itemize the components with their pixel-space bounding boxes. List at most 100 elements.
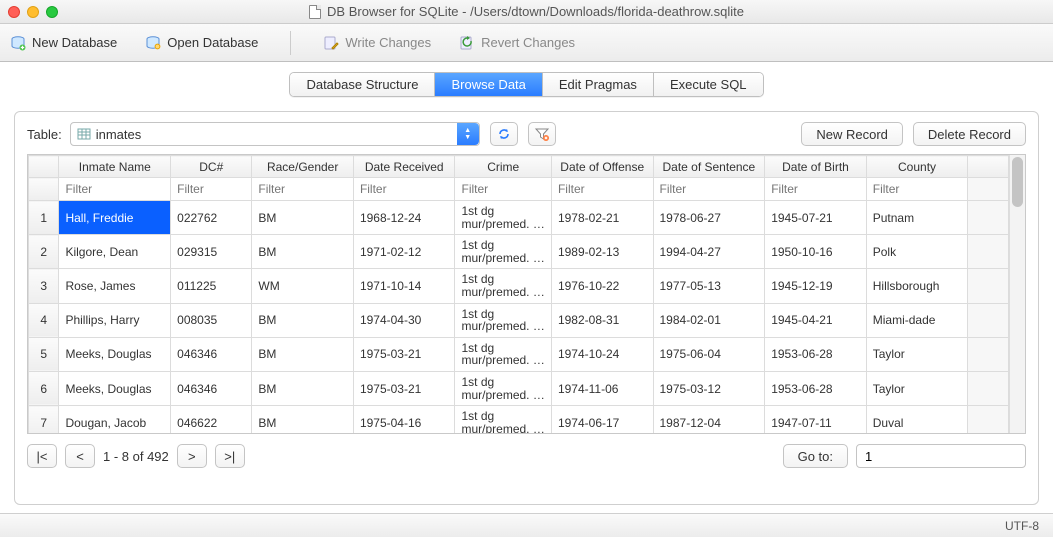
cell-date-offense[interactable]: 1976-10-22 [551, 269, 653, 303]
row-number[interactable]: 4 [29, 303, 59, 337]
row-number[interactable]: 7 [29, 406, 59, 434]
new-record-button[interactable]: New Record [801, 122, 903, 146]
scrollbar-thumb[interactable] [1012, 157, 1023, 207]
cell-date-sentence[interactable]: 1975-06-04 [653, 337, 765, 371]
col-county[interactable]: County [866, 156, 968, 178]
filter-date-birth[interactable] [765, 178, 866, 200]
table-selector[interactable]: inmates ▲▼ [70, 122, 480, 146]
cell-date-received[interactable]: 1968-12-24 [353, 201, 455, 235]
table-row[interactable]: 3Rose, James011225WM1971-10-141st dgmur/… [29, 269, 1009, 303]
table-row[interactable]: 7Dougan, Jacob046622BM1975-04-161st dgmu… [29, 406, 1009, 434]
goto-input[interactable] [856, 444, 1026, 468]
cell-date-birth[interactable]: 1953-06-28 [765, 337, 867, 371]
cell-date-sentence[interactable]: 1987-12-04 [653, 406, 765, 434]
cell-date-received[interactable]: 1971-10-14 [353, 269, 455, 303]
cell-race-gender[interactable]: BM [252, 303, 354, 337]
table-row[interactable]: 2Kilgore, Dean029315BM1971-02-121st dgmu… [29, 235, 1009, 269]
tab-execute-sql[interactable]: Execute SQL [654, 73, 763, 96]
cell-race-gender[interactable]: BM [252, 406, 354, 434]
goto-button[interactable]: Go to: [783, 444, 848, 468]
cell-county[interactable]: Miami-dade [866, 303, 968, 337]
col-crime[interactable]: Crime [455, 156, 551, 178]
table-row[interactable]: 4Phillips, Harry008035BM1974-04-301st dg… [29, 303, 1009, 337]
new-database-button[interactable]: New Database [10, 35, 117, 51]
col-date-received[interactable]: Date Received [353, 156, 455, 178]
revert-changes-button[interactable]: Revert Changes [459, 35, 575, 51]
cell-date-offense[interactable]: 1989-02-13 [551, 235, 653, 269]
cell-dc-number[interactable]: 008035 [171, 303, 252, 337]
cell-date-offense[interactable]: 1974-06-17 [551, 406, 653, 434]
filter-date-sentence[interactable] [654, 178, 765, 200]
cell-inmate-name[interactable]: Meeks, Douglas [59, 371, 171, 405]
tab-edit-pragmas[interactable]: Edit Pragmas [543, 73, 654, 96]
cell-dc-number[interactable]: 029315 [171, 235, 252, 269]
cell-date-birth[interactable]: 1945-12-19 [765, 269, 867, 303]
pager-first-button[interactable]: |< [27, 444, 57, 468]
cell-date-birth[interactable]: 1945-04-21 [765, 303, 867, 337]
vertical-scrollbar[interactable] [1009, 155, 1025, 433]
col-date-sentence[interactable]: Date of Sentence [653, 156, 765, 178]
open-database-button[interactable]: Open Database [145, 35, 258, 51]
table-row[interactable]: 1Hall, Freddie022762BM1968-12-241st dgmu… [29, 201, 1009, 235]
cell-date-sentence[interactable]: 1977-05-13 [653, 269, 765, 303]
cell-date-received[interactable]: 1971-02-12 [353, 235, 455, 269]
cell-date-sentence[interactable]: 1975-03-12 [653, 371, 765, 405]
cell-date-offense[interactable]: 1982-08-31 [551, 303, 653, 337]
filter-county[interactable] [867, 178, 968, 200]
cell-county[interactable]: Hillsborough [866, 269, 968, 303]
row-number[interactable]: 1 [29, 201, 59, 235]
cell-crime[interactable]: 1st dgmur/premed. … [455, 201, 551, 235]
cell-date-sentence[interactable]: 1978-06-27 [653, 201, 765, 235]
cell-county[interactable]: Duval [866, 406, 968, 434]
cell-crime[interactable]: 1st dgmur/premed. … [455, 371, 551, 405]
table-row[interactable]: 6Meeks, Douglas046346BM1975-03-211st dgm… [29, 371, 1009, 405]
cell-race-gender[interactable]: BM [252, 201, 354, 235]
filter-inmate-name[interactable] [59, 178, 170, 200]
cell-inmate-name[interactable]: Meeks, Douglas [59, 337, 171, 371]
data-grid[interactable]: Inmate Name DC# Race/Gender Date Receive… [27, 154, 1026, 434]
cell-date-birth[interactable]: 1953-06-28 [765, 371, 867, 405]
filter-date-received[interactable] [354, 178, 455, 200]
cell-date-received[interactable]: 1974-04-30 [353, 303, 455, 337]
col-date-birth[interactable]: Date of Birth [765, 156, 867, 178]
cell-dc-number[interactable]: 022762 [171, 201, 252, 235]
filter-date-offense[interactable] [552, 178, 653, 200]
cell-race-gender[interactable]: BM [252, 235, 354, 269]
table-row[interactable]: 5Meeks, Douglas046346BM1975-03-211st dgm… [29, 337, 1009, 371]
col-date-offense[interactable]: Date of Offense [551, 156, 653, 178]
pager-next-button[interactable]: > [177, 444, 207, 468]
filter-race-gender[interactable] [252, 178, 353, 200]
cell-inmate-name[interactable]: Kilgore, Dean [59, 235, 171, 269]
delete-record-button[interactable]: Delete Record [913, 122, 1026, 146]
cell-race-gender[interactable]: BM [252, 337, 354, 371]
cell-inmate-name[interactable]: Dougan, Jacob [59, 406, 171, 434]
filter-crime[interactable] [455, 178, 550, 200]
cell-dc-number[interactable]: 011225 [171, 269, 252, 303]
cell-date-offense[interactable]: 1978-02-21 [551, 201, 653, 235]
row-number-header[interactable] [29, 156, 59, 178]
tab-browse-data[interactable]: Browse Data [435, 73, 542, 96]
cell-inmate-name[interactable]: Rose, James [59, 269, 171, 303]
cell-date-offense[interactable]: 1974-10-24 [551, 337, 653, 371]
cell-race-gender[interactable]: BM [252, 371, 354, 405]
filter-dc-number[interactable] [171, 178, 251, 200]
refresh-button[interactable] [490, 122, 518, 146]
write-changes-button[interactable]: Write Changes [323, 35, 431, 51]
cell-crime[interactable]: 1st dgmur/premed. … [455, 303, 551, 337]
col-inmate-name[interactable]: Inmate Name [59, 156, 171, 178]
cell-dc-number[interactable]: 046346 [171, 337, 252, 371]
cell-race-gender[interactable]: WM [252, 269, 354, 303]
row-number[interactable]: 2 [29, 235, 59, 269]
cell-crime[interactable]: 1st dgmur/premed. … [455, 337, 551, 371]
cell-date-received[interactable]: 1975-04-16 [353, 406, 455, 434]
cell-date-birth[interactable]: 1945-07-21 [765, 201, 867, 235]
cell-county[interactable]: Polk [866, 235, 968, 269]
cell-crime[interactable]: 1st dgmur/premed. … [455, 406, 551, 434]
cell-crime[interactable]: 1st dgmur/premed. … [455, 235, 551, 269]
cell-county[interactable]: Taylor [866, 371, 968, 405]
cell-inmate-name[interactable]: Hall, Freddie [59, 201, 171, 235]
row-number[interactable]: 5 [29, 337, 59, 371]
cell-date-received[interactable]: 1975-03-21 [353, 371, 455, 405]
cell-inmate-name[interactable]: Phillips, Harry [59, 303, 171, 337]
cell-date-offense[interactable]: 1974-11-06 [551, 371, 653, 405]
